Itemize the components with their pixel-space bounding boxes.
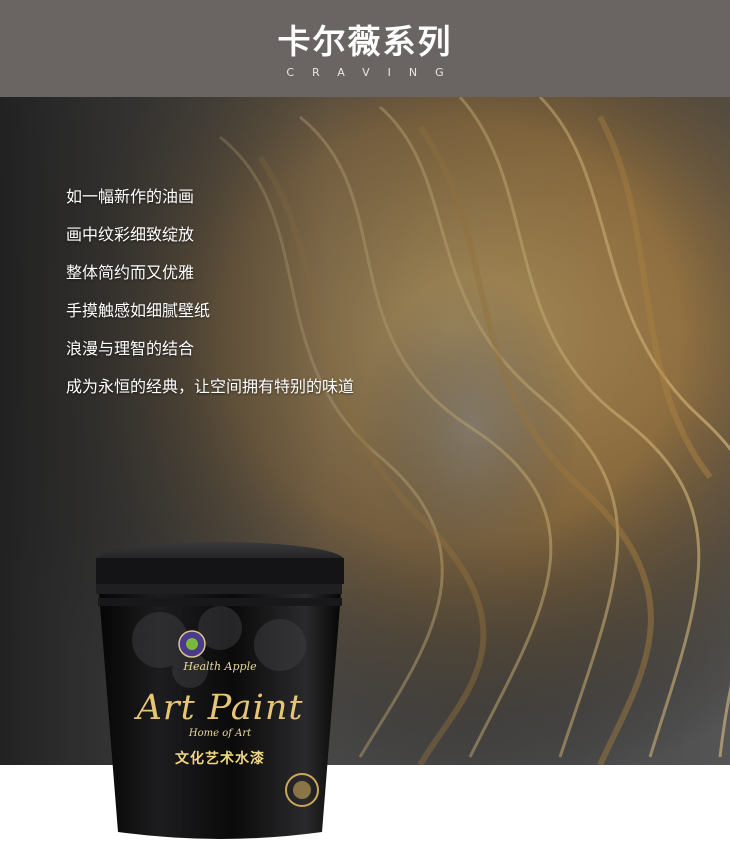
product-brand: Art Paint	[136, 688, 304, 728]
poem-line: 如一幅新作的油画	[66, 187, 195, 206]
product-script-label: Health Apple	[183, 660, 257, 673]
poem-line: 成为永恒的经典，让空间拥有特别的味道	[66, 377, 355, 396]
poem-line: 浪漫与理智的结合	[66, 339, 195, 358]
poem-line: 手摸触感如细腻壁纸	[66, 301, 211, 320]
paint-bucket: Health Apple Art Paint Home of Art 文化艺术水…	[90, 540, 350, 842]
header-banner: 卡尔薇系列 CRAVING	[0, 0, 730, 97]
poem-block: 如一幅新作的油画 画中纹彩细致绽放 整体简约而又优雅 手摸触感如细腻壁纸 浪漫与…	[66, 187, 354, 415]
poem-line: 画中纹彩细致绽放	[66, 225, 195, 244]
product-name-cn: 文化艺术水漆	[175, 751, 265, 767]
series-title: 卡尔薇系列	[277, 22, 453, 61]
poem-line: 整体简约而又优雅	[66, 263, 195, 282]
product-page: 卡尔薇系列 CRAVING 如一幅新作的油画 画中纹彩细致绽放 整体简约而又优雅…	[0, 0, 730, 847]
series-subtitle: CRAVING	[286, 66, 462, 79]
product-tagline: Home of Art	[188, 728, 252, 739]
